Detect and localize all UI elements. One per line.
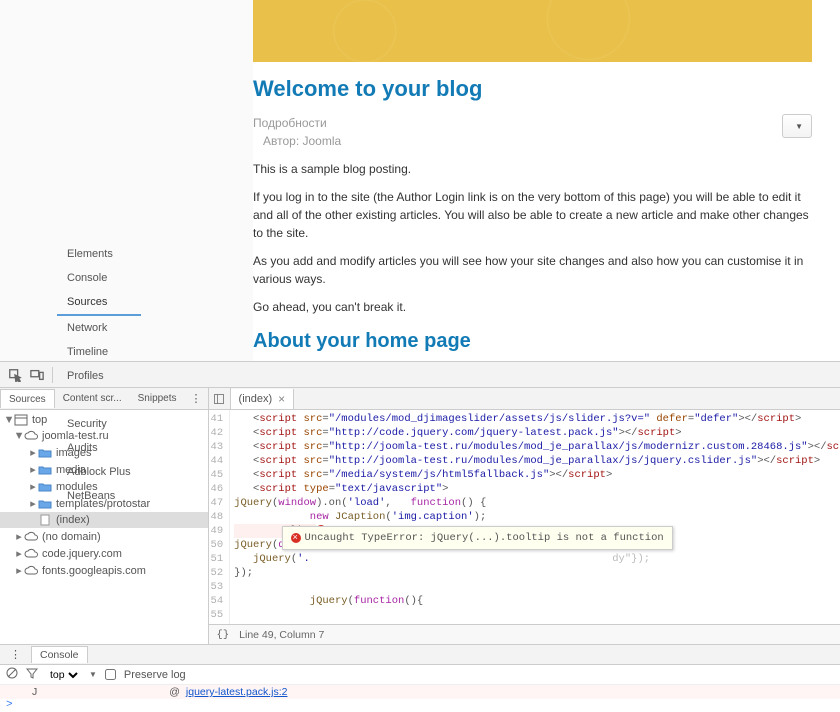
disclosure-triangle-icon[interactable]: ▸ — [14, 530, 24, 543]
tree-item[interactable]: ▼ top — [0, 412, 208, 428]
cloud-icon — [24, 565, 38, 577]
source-editor: (index) × 414243444546474849505152535455… — [209, 388, 840, 644]
tree-item[interactable]: ▸ (no domain) — [0, 528, 208, 545]
article-options-button[interactable]: ▼ — [782, 114, 812, 138]
console-drawer: ⋮ Console top ▼ Preserve log J @ jquery-… — [0, 644, 840, 711]
cursor-position: Line 49, Column 7 — [239, 629, 324, 641]
error-icon — [291, 533, 301, 543]
preserve-log-checkbox[interactable] — [105, 669, 116, 680]
folder-icon — [38, 447, 52, 459]
drawer-tab-console[interactable]: Console — [31, 646, 88, 663]
context-selector[interactable]: top — [46, 668, 81, 682]
error-tooltip-text: Uncaught TypeError: jQuery(...).tooltip … — [305, 531, 664, 545]
navigator-tab[interactable]: Sources — [0, 389, 55, 408]
file-tree[interactable]: ▼ top ▼ joomla-test.ru ▸ images ▸ media ▸ modules… — [0, 410, 208, 644]
disclosure-triangle-icon[interactable]: ▸ — [14, 547, 24, 560]
folder-icon — [38, 498, 52, 510]
devtools-tab-console[interactable]: Console — [57, 266, 141, 290]
sources-navigator: SourcesContent scr...Snippets ⋮ ▼ top ▼ joo… — [0, 388, 209, 644]
cloud-icon — [24, 531, 38, 543]
source-file-name: (index) — [239, 393, 273, 405]
preserve-log-label: Preserve log — [124, 669, 186, 681]
tree-item[interactable]: ▸ code.jquery.com — [0, 545, 208, 562]
at-symbol: @ — [169, 686, 180, 698]
header-banner — [253, 0, 812, 62]
filter-icon[interactable] — [26, 667, 38, 682]
devtools-tab-profiles[interactable]: Profiles — [57, 364, 141, 388]
tree-label: templates/protostar — [56, 498, 150, 510]
navigator-tab[interactable]: Content scr... — [55, 389, 130, 408]
devtools-tab-timeline[interactable]: Timeline — [57, 340, 141, 364]
show-navigator-icon[interactable] — [209, 388, 231, 410]
cloud-icon — [24, 548, 38, 560]
devtools-tab-network[interactable]: Network — [57, 316, 141, 340]
disclosure-triangle-icon[interactable]: ▸ — [28, 446, 38, 459]
source-file-tab[interactable]: (index) × — [231, 389, 295, 409]
console-prompt[interactable]: > — [0, 699, 840, 711]
folder-icon — [38, 481, 52, 493]
drawer-menu-icon[interactable]: ⋮ — [4, 648, 27, 661]
console-toolbar: top ▼ Preserve log — [0, 665, 840, 685]
disclosure-triangle-icon[interactable]: ▸ — [28, 463, 38, 476]
cloud-icon — [24, 430, 38, 442]
console-message[interactable]: J @ jquery-latest.pack.js:2 — [0, 685, 840, 699]
tree-label: modules — [56, 481, 98, 493]
author-line: Автор: Joomla — [253, 132, 341, 150]
webpage-main: Welcome to your blog Подробности Автор: … — [253, 0, 840, 361]
disclosure-triangle-icon[interactable]: ▼ — [14, 430, 24, 442]
more-icon[interactable]: ⋮ — [185, 392, 208, 405]
paragraph: Go ahead, you can't break it. — [253, 298, 812, 316]
device-toggle-icon[interactable] — [26, 364, 48, 386]
dropdown-icon: ▼ — [89, 670, 97, 679]
divider — [52, 367, 53, 383]
close-icon[interactable]: × — [278, 392, 285, 406]
navigator-tab[interactable]: Snippets — [130, 389, 185, 408]
devtools-tab-sources[interactable]: Sources — [57, 290, 141, 316]
tree-label: media — [56, 464, 86, 476]
file-icon — [38, 514, 52, 526]
tree-label: (no domain) — [42, 531, 101, 543]
paragraph: This is a sample blog posting. — [253, 160, 812, 178]
details-label: Подробности — [253, 114, 341, 132]
tree-item[interactable]: ▸ media — [0, 461, 208, 478]
prettyprint-icon[interactable]: {} — [217, 629, 230, 641]
inspect-icon[interactable] — [4, 364, 26, 386]
disclosure-triangle-icon[interactable]: ▸ — [14, 564, 24, 577]
frame-icon — [14, 414, 28, 426]
tree-item[interactable]: ▸ modules — [0, 478, 208, 495]
tree-label: top — [32, 414, 47, 426]
tree-label: images — [56, 447, 91, 459]
tree-label: joomla-test.ru — [42, 430, 109, 442]
folder-icon — [38, 464, 52, 476]
clear-console-icon[interactable] — [6, 667, 18, 682]
code-area[interactable]: 414243444546474849505152535455 <script s… — [209, 410, 840, 624]
tree-item[interactable]: ▸ templates/protostar — [0, 495, 208, 512]
disclosure-triangle-icon[interactable]: ▼ — [4, 414, 14, 426]
paragraph: As you add and modify articles you will … — [253, 252, 812, 288]
devtools-tab-elements[interactable]: Elements — [57, 242, 141, 266]
page-title: Welcome to your blog — [253, 76, 812, 102]
disclosure-triangle-icon[interactable]: ▸ — [28, 497, 38, 510]
devtools: ElementsConsoleSourcesNetworkTimelinePro… — [0, 361, 840, 711]
tree-item[interactable]: (index) — [0, 512, 208, 528]
tree-label: fonts.googleapis.com — [42, 565, 146, 577]
error-tooltip: Uncaught TypeError: jQuery(...).tooltip … — [282, 526, 673, 550]
tree-item[interactable]: ▸ fonts.googleapis.com — [0, 562, 208, 579]
tree-label: code.jquery.com — [42, 548, 122, 560]
tree-label: (index) — [56, 514, 90, 526]
disclosure-triangle-icon[interactable]: ▸ — [28, 480, 38, 493]
subheading: About your home page — [253, 330, 812, 353]
console-source-link[interactable]: jquery-latest.pack.js:2 — [186, 686, 288, 698]
tree-item[interactable]: ▼ joomla-test.ru — [0, 428, 208, 444]
tree-item[interactable]: ▸ images — [0, 444, 208, 461]
caret-down-icon: ▼ — [795, 122, 803, 131]
paragraph: If you log in to the site (the Author Lo… — [253, 188, 812, 242]
editor-statusbar: {} Line 49, Column 7 — [209, 624, 840, 644]
devtools-tabbar: ElementsConsoleSourcesNetworkTimelinePro… — [0, 362, 840, 388]
console-text: J — [32, 686, 37, 698]
